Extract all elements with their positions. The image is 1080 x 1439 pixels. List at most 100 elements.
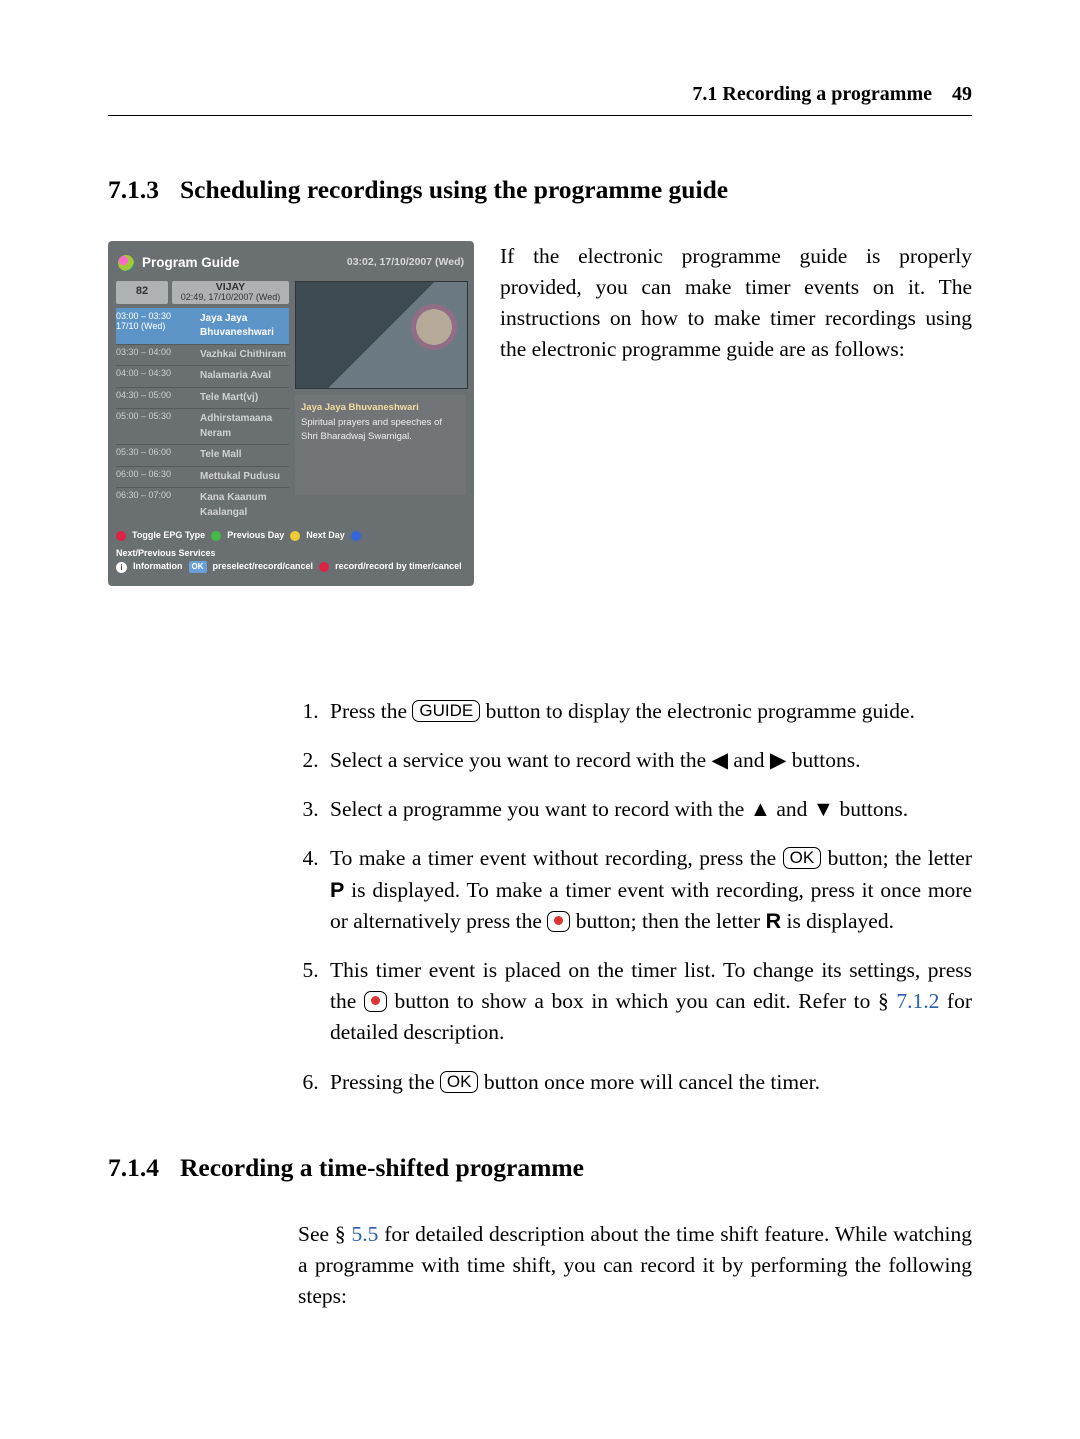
record-dot-icon — [371, 996, 380, 1005]
epg-row-name: Adhirstamaana Neram — [200, 412, 289, 441]
step-4: To make a timer event without recording,… — [324, 843, 972, 937]
epg-programme-list: 03:00 – 03:3017/10 (Wed)Jaya Jaya Bhuvan… — [116, 308, 289, 524]
epg-detail-text: Spiritual prayers and speeches of Shri B… — [301, 416, 460, 444]
epg-row-name: Tele Mall — [200, 448, 289, 463]
xref-7-1-2[interactable]: 7.1.2 — [896, 989, 939, 1013]
epg-legend: Toggle EPG Type Previous Day Next Day Ne… — [116, 529, 466, 574]
page: 7.1 Recording a programme 49 7.1.3Schedu… — [0, 0, 1080, 1312]
epg-channel-row: 82 VIJAY 02:49, 17/10/2007 (Wed) — [116, 281, 289, 304]
step2-a: Select a service you want to record with… — [330, 748, 712, 772]
epg-row-name: Tele Mart(vj) — [200, 391, 289, 406]
epg-channel-name: VIJAY 02:49, 17/10/2007 (Wed) — [172, 281, 289, 304]
epg-body: 82 VIJAY 02:49, 17/10/2007 (Wed) 03:00 –… — [116, 281, 466, 524]
legend-next-prev-serv: Next/Previous Services — [116, 547, 216, 561]
legend-next-day: Next Day — [306, 529, 345, 543]
record-button — [547, 911, 570, 932]
epg-preview-image — [295, 281, 468, 389]
epg-programme-row: 04:30 – 05:00 Tele Mart(vj) — [116, 387, 289, 409]
step4-b: button; the letter — [821, 846, 972, 870]
legend-prev-day: Previous Day — [227, 529, 284, 543]
down-arrow-icon: ▼ — [813, 797, 834, 821]
ok-button: OK — [783, 847, 822, 869]
record-button — [364, 991, 387, 1012]
epg-left: 82 VIJAY 02:49, 17/10/2007 (Wed) 03:00 –… — [116, 281, 289, 524]
step4-e: is displayed. — [781, 909, 894, 933]
step6-a: Pressing the — [330, 1070, 440, 1094]
epg-row-time: 06:30 – 07:00 — [116, 491, 196, 520]
step-6: Pressing the OK button once more will ca… — [324, 1067, 972, 1098]
epg-programme-row: 06:00 – 06:30Mettukal Pudusu — [116, 466, 289, 488]
step3-and: and — [771, 797, 813, 821]
legend-toggle: Toggle EPG Type — [132, 529, 205, 543]
epg-programme-row: 05:30 – 06:00 Tele Mall — [116, 444, 289, 466]
legend-record: record/record by timer/cancel — [335, 560, 462, 574]
step4-a: To make a timer event without recording,… — [330, 846, 783, 870]
up-arrow-icon: ▲ — [750, 797, 771, 821]
step4-d: button; then the letter — [570, 909, 765, 933]
p714-a: See § — [298, 1222, 352, 1246]
epg-programme-row: 03:00 – 03:3017/10 (Wed)Jaya Jaya Bhuvan… — [116, 308, 289, 344]
epg-row-time: 03:30 – 04:00 — [116, 348, 196, 363]
info-icon: i — [116, 562, 127, 573]
xref-5-5[interactable]: 5.5 — [352, 1222, 379, 1246]
epg-row-time: 05:30 – 06:00 — [116, 448, 196, 463]
epg-row-name: Vazhkai Chithiram — [200, 348, 289, 363]
step-1: Press the GUIDE button to display the el… — [324, 696, 972, 727]
step3-b: buttons. — [834, 797, 908, 821]
red-dot-icon — [116, 531, 126, 541]
epg-row-time: 04:30 – 05:00 — [116, 391, 196, 406]
green-dot-icon — [211, 531, 221, 541]
guide-button: GUIDE — [412, 700, 480, 722]
epg-channel-number: 82 — [116, 281, 168, 304]
epg-title: Program Guide — [142, 253, 240, 273]
epg-logo-icon — [118, 255, 134, 271]
epg-programme-row: 04:00 – 04:30Nalamaria Aval — [116, 365, 289, 387]
header-section: 7.1 Recording a programme — [692, 83, 932, 105]
epg-clock: 03:02, 17/10/2007 (Wed) — [347, 255, 464, 270]
epg-channel-name-text: VIJAY — [216, 281, 245, 293]
letter-r: R — [766, 909, 782, 933]
heading-7-1-4: 7.1.4Recording a time-shifted programme — [108, 1150, 972, 1187]
heading-number: 7.1.3 — [108, 172, 180, 209]
step1-a: Press the — [330, 699, 412, 723]
running-header: 7.1 Recording a programme 49 — [108, 80, 972, 116]
step2-and: and — [728, 748, 770, 772]
epg-channel-time: 02:49, 17/10/2007 (Wed) — [172, 293, 289, 303]
right-arrow-icon: ▶ — [770, 748, 787, 772]
epg-programme-row: 05:00 – 05:30Adhirstamaana Neram — [116, 408, 289, 444]
header-page-number: 49 — [952, 83, 972, 105]
epg-screenshot: Program Guide 03:02, 17/10/2007 (Wed) 82… — [108, 241, 474, 586]
epg-detail-box: Jaya Jaya Bhuvaneshwari Spiritual prayer… — [295, 395, 466, 495]
epg-intro-row: Program Guide 03:02, 17/10/2007 (Wed) 82… — [108, 241, 972, 586]
ok-chip-icon: OK — [189, 561, 207, 573]
step-2: Select a service you want to record with… — [324, 745, 972, 776]
step2-b: buttons. — [786, 748, 860, 772]
epg-row-time: 03:00 – 03:3017/10 (Wed) — [116, 312, 196, 341]
step6-b: button once more will cancel the timer. — [478, 1070, 820, 1094]
blue-dot-icon — [351, 531, 361, 541]
para-7-1-4: See § 5.5 for detailed description about… — [298, 1219, 972, 1313]
heading-title: Scheduling recordings using the programm… — [180, 175, 728, 204]
letter-p: P — [330, 878, 344, 902]
step3-a: Select a programme you want to record wi… — [330, 797, 750, 821]
epg-row-name: Mettukal Pudusu — [200, 470, 289, 485]
legend-preselect: preselect/record/cancel — [213, 560, 314, 574]
p714-b: for detailed description about the time … — [298, 1222, 972, 1308]
heading-title: Recording a time-shifted programme — [180, 1153, 584, 1182]
record-dot-icon — [319, 562, 329, 572]
epg-row-name: Jaya Jaya Bhuvaneshwari — [200, 312, 289, 341]
record-dot-icon — [554, 916, 563, 925]
epg-detail-title: Jaya Jaya Bhuvaneshwari — [301, 401, 460, 415]
left-arrow-icon: ◀ — [712, 748, 729, 772]
step-5: This timer event is placed on the timer … — [324, 955, 972, 1049]
legend-info: Information — [133, 560, 183, 574]
epg-row-time: 05:00 – 05:30 — [116, 412, 196, 441]
intro-paragraph: If the electronic programme guide is pro… — [500, 241, 972, 586]
ok-button: OK — [440, 1071, 479, 1093]
epg-row-time: 04:00 – 04:30 — [116, 369, 196, 384]
epg-title-bar: Program Guide 03:02, 17/10/2007 (Wed) — [116, 249, 466, 281]
yellow-dot-icon — [290, 531, 300, 541]
epg-programme-row: 06:30 – 07:00Kana Kaanum Kaalangal — [116, 487, 289, 523]
step-3: Select a programme you want to record wi… — [324, 794, 972, 825]
epg-right: Jaya Jaya Bhuvaneshwari Spiritual prayer… — [295, 281, 466, 524]
